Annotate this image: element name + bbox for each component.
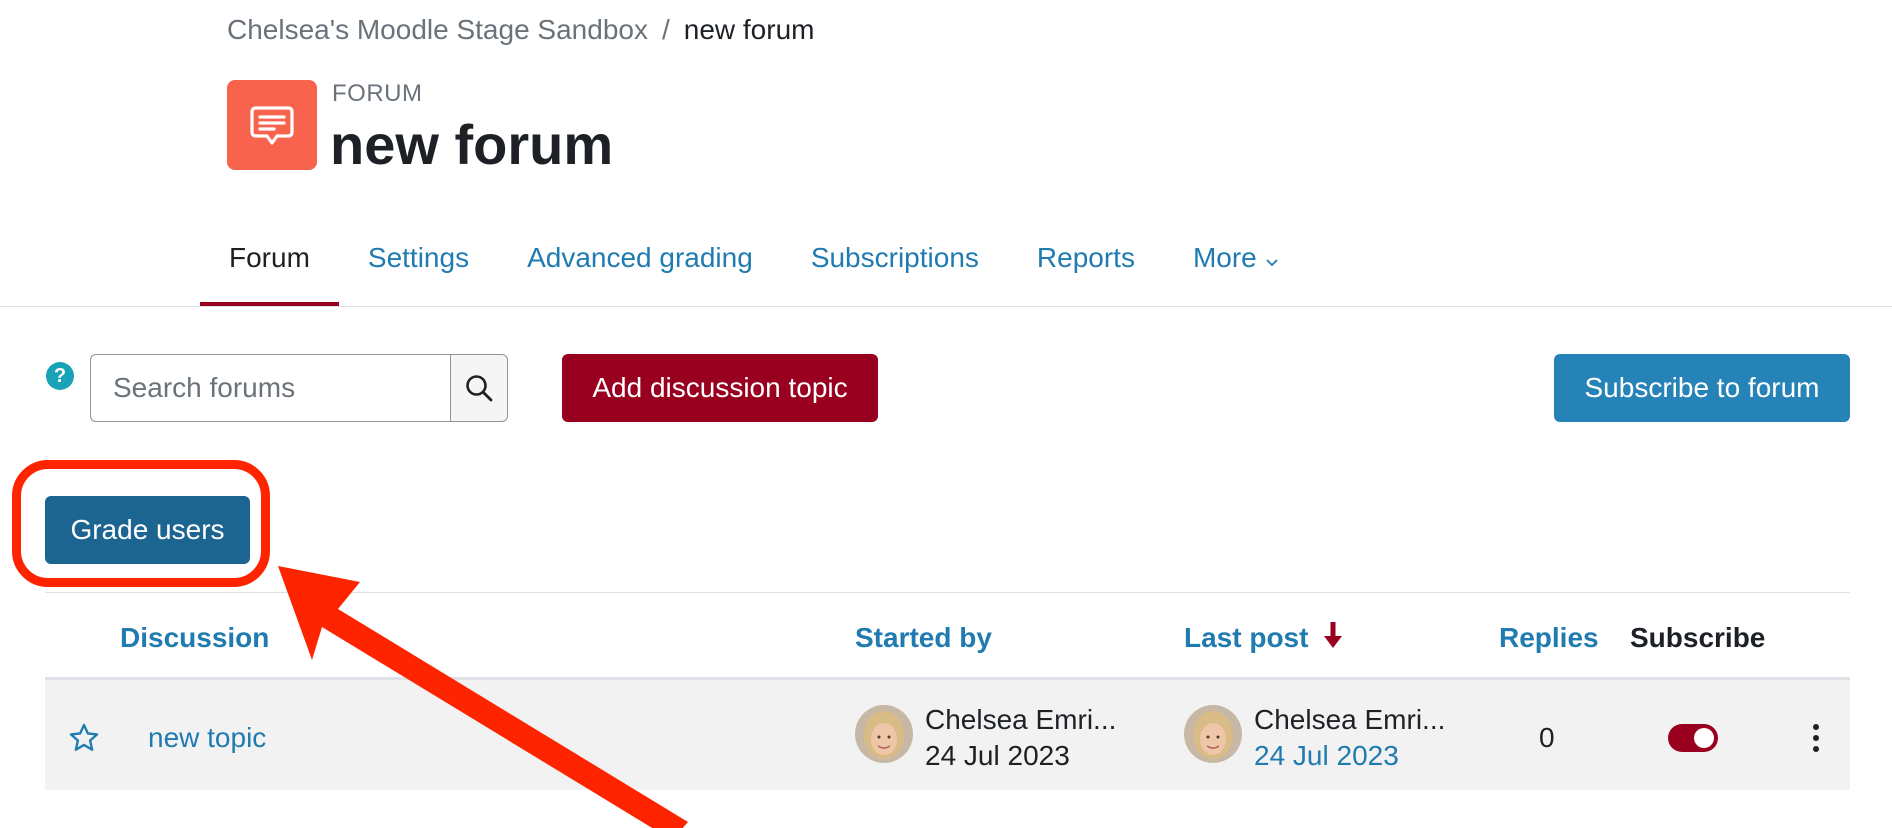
table-top-border <box>45 592 1850 593</box>
highlight-ring-annotation <box>12 460 270 587</box>
actions-menu-icon[interactable] <box>1806 720 1826 756</box>
column-header-discussion[interactable]: Discussion <box>120 620 269 656</box>
page-title: new forum <box>330 113 614 176</box>
tab-forum[interactable]: Forum <box>200 228 339 306</box>
secondary-navigation: Forum Settings Advanced grading Subscrip… <box>200 228 1308 306</box>
help-icon[interactable]: ? <box>46 362 74 390</box>
search-forums-group <box>90 354 508 422</box>
tab-subscriptions-label: Subscriptions <box>810 242 979 273</box>
tab-forum-label: Forum <box>229 242 310 273</box>
search-icon <box>466 375 493 402</box>
search-button[interactable] <box>450 354 508 422</box>
chevron-down-icon <box>1266 259 1278 267</box>
subscribe-toggle[interactable] <box>1668 724 1718 752</box>
tab-reports[interactable]: Reports <box>1008 228 1164 306</box>
started-by-date: 24 Jul 2023 <box>925 740 1070 771</box>
breadcrumb: Chelsea's Moodle Stage Sandbox / new forum <box>227 12 814 48</box>
forum-chat-icon <box>227 80 317 170</box>
avatar[interactable] <box>855 705 913 763</box>
search-input[interactable] <box>90 354 450 422</box>
sort-descending-arrow-icon <box>1324 622 1343 648</box>
last-post-name: Chelsea Emri... <box>1254 704 1446 735</box>
replies-count: 0 <box>1539 722 1555 753</box>
column-header-last-post[interactable]: Last post <box>1184 620 1344 656</box>
tab-reports-label: Reports <box>1036 242 1135 273</box>
breadcrumb-current: new forum <box>683 14 815 45</box>
avatar[interactable] <box>1184 705 1242 763</box>
last-post-date-link[interactable]: 24 Jul 2023 <box>1254 738 1399 774</box>
column-header-started-by[interactable]: Started by <box>855 620 992 656</box>
tab-advanced-grading-label: Advanced grading <box>527 242 753 273</box>
tab-more-label: More <box>1192 242 1257 273</box>
subscribe-to-forum-button[interactable]: Subscribe to forum <box>1554 354 1850 422</box>
tab-advanced-grading[interactable]: Advanced grading <box>498 228 782 306</box>
toggle-knob <box>1694 728 1714 748</box>
module-type-label: FORUM <box>332 80 423 107</box>
started-by-name: Chelsea Emri... <box>925 704 1117 735</box>
tab-settings[interactable]: Settings <box>339 228 498 306</box>
tab-more[interactable]: More <box>1164 228 1308 306</box>
discussion-title-link[interactable]: new topic <box>148 720 266 756</box>
tab-subscriptions[interactable]: Subscriptions <box>782 228 1008 306</box>
breadcrumb-course-link[interactable]: Chelsea's Moodle Stage Sandbox <box>227 14 648 45</box>
nav-divider <box>0 306 1892 307</box>
add-discussion-topic-button[interactable]: Add discussion topic <box>562 354 878 422</box>
column-header-replies[interactable]: Replies <box>1499 620 1599 656</box>
star-icon[interactable] <box>68 722 100 754</box>
column-header-last-post-label: Last post <box>1184 622 1309 653</box>
column-header-subscribe: Subscribe <box>1630 622 1766 653</box>
breadcrumb-separator: / <box>661 14 670 45</box>
tab-settings-label: Settings <box>367 242 470 273</box>
